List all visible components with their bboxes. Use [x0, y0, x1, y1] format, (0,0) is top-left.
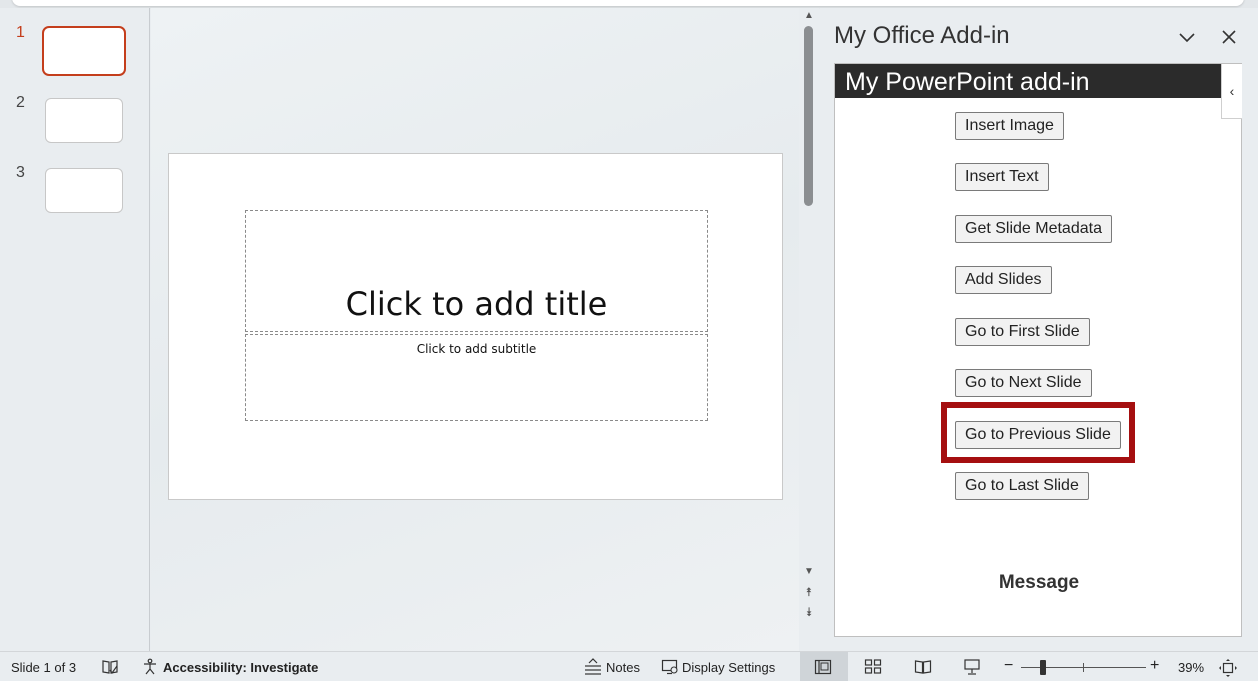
zoom-in-icon[interactable]: + — [1150, 657, 1159, 675]
previous-slide-icon[interactable]: ⯭ — [803, 586, 815, 598]
subtitle-placeholder-text: Click to add subtitle — [416, 342, 537, 356]
accessibility-status[interactable]: Accessibility: Investigate — [163, 660, 318, 675]
status-bar: Slide 1 of 3 Accessibility: Investigate … — [0, 651, 1258, 681]
vertical-scrollbar[interactable]: ▲ ▼ ⯭ ⯯ — [799, 8, 819, 651]
insert-text-button[interactable]: Insert Text — [955, 163, 1049, 191]
scroll-up-icon[interactable]: ▲ — [803, 10, 815, 22]
slide-canvas[interactable]: Click to add title Click to add subtitle — [168, 153, 783, 500]
chevron-left-icon[interactable]: ‹ — [1221, 64, 1242, 119]
slide-thumbnail-image[interactable] — [42, 26, 126, 76]
notes-button[interactable]: Notes — [606, 660, 640, 675]
task-pane: My Office Add-in My PowerPoint add-in ‹ … — [820, 8, 1258, 651]
slide-number: 2 — [16, 94, 25, 111]
scroll-down-icon[interactable]: ▼ — [803, 566, 815, 578]
slide-count: Slide 1 of 3 — [11, 660, 77, 675]
addin-frame: My PowerPoint add-in ‹ Insert Image Inse… — [834, 63, 1242, 637]
accessibility-icon[interactable] — [141, 658, 159, 676]
slide-editing-area: Click to add title Click to add subtitle — [151, 8, 799, 651]
go-to-first-slide-button[interactable]: Go to First Slide — [955, 318, 1090, 346]
get-slide-metadata-button[interactable]: Get Slide Metadata — [955, 215, 1112, 243]
notes-icon[interactable] — [583, 658, 601, 676]
slide-number: 1 — [16, 24, 25, 41]
chevron-down-icon[interactable] — [1176, 26, 1198, 48]
go-to-previous-slide-button[interactable]: Go to Previous Slide — [955, 421, 1121, 449]
insert-image-button[interactable]: Insert Image — [955, 112, 1064, 140]
ribbon-edge — [0, 0, 1258, 8]
slide-sorter-icon[interactable] — [864, 658, 882, 676]
add-slides-button[interactable]: Add Slides — [955, 266, 1052, 294]
message-heading: Message — [998, 572, 1080, 593]
slide-thumbnail-1[interactable]: 1 — [0, 8, 150, 76]
ribbon-bottom-edge — [12, 0, 1244, 6]
zoom-slider-knob[interactable] — [1040, 660, 1046, 675]
close-icon[interactable] — [1218, 26, 1240, 48]
slide-thumbnails-pane: 1 2 3 — [0, 8, 150, 651]
scrollbar-thumb[interactable] — [804, 26, 813, 206]
slide-thumbnail-3[interactable]: 3 — [0, 148, 150, 213]
slide-thumbnail-2[interactable]: 2 — [0, 78, 150, 143]
slide-thumbnail-image[interactable] — [45, 98, 123, 143]
slide-thumbnail-image[interactable] — [45, 168, 123, 213]
display-settings-button[interactable]: Display Settings — [682, 660, 775, 675]
normal-view-icon[interactable] — [814, 658, 832, 676]
zoom-out-icon[interactable]: − — [1004, 657, 1013, 675]
subtitle-placeholder[interactable]: Click to add subtitle — [245, 334, 708, 421]
task-pane-title: My Office Add-in — [834, 22, 1010, 49]
go-to-last-slide-button[interactable]: Go to Last Slide — [955, 472, 1089, 500]
zoom-level[interactable]: 39% — [1178, 660, 1204, 675]
display-settings-icon[interactable] — [661, 658, 679, 676]
spelling-check-icon[interactable] — [101, 658, 119, 676]
reading-view-icon[interactable] — [914, 658, 932, 676]
title-placeholder[interactable]: Click to add title — [245, 210, 708, 332]
zoom-slider-center-tick — [1083, 663, 1084, 672]
slide-number: 3 — [16, 164, 25, 181]
go-to-next-slide-button[interactable]: Go to Next Slide — [955, 369, 1092, 397]
slide-show-icon[interactable] — [963, 658, 981, 676]
title-placeholder-text: Click to add title — [345, 285, 608, 323]
fit-slide-to-window-icon[interactable] — [1218, 658, 1237, 677]
addin-header: My PowerPoint add-in — [835, 64, 1221, 98]
next-slide-icon[interactable]: ⯯ — [803, 606, 815, 618]
